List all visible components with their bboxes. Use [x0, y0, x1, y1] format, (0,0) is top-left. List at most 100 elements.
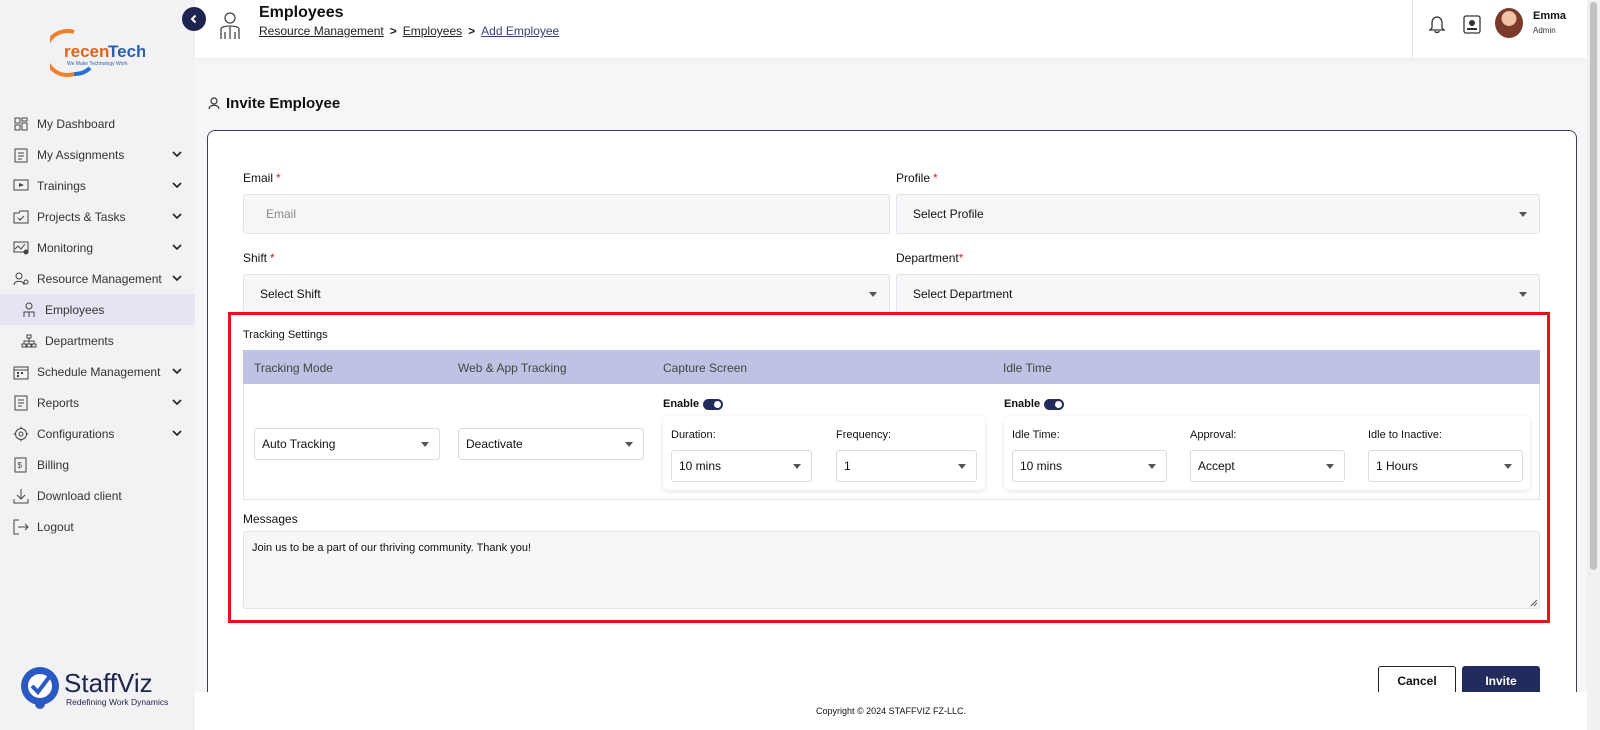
- sidebar-item-label: Monitoring: [37, 240, 94, 255]
- department-label: Department*: [896, 251, 963, 265]
- email-label: Email *: [243, 171, 281, 185]
- staffviz-brand-logo: StaffViz Redefining Work Dynamics: [18, 664, 188, 710]
- sidebar-item-configurations[interactable]: Configurations: [0, 418, 195, 449]
- logout-icon: [12, 518, 30, 536]
- sidebar-item-label: Departments: [45, 333, 114, 348]
- department-label-text: Department: [896, 251, 959, 265]
- required-mark: *: [276, 171, 281, 185]
- sidebar-item-label: My Dashboard: [37, 116, 116, 131]
- profile-label-text: Profile: [896, 171, 931, 185]
- breadcrumb-add-employee[interactable]: Add Employee: [481, 24, 559, 38]
- logo-text-tech: Tech: [108, 42, 145, 61]
- shift-label: Shift *: [243, 251, 275, 265]
- department-select-value: Select Department: [913, 287, 1013, 301]
- breadcrumb-separator: >: [389, 24, 397, 38]
- chevron-down-icon[interactable]: [171, 210, 183, 222]
- sidebar-item-label: Logout: [37, 519, 74, 534]
- employee-icon: [20, 301, 38, 319]
- sidebar-item-label: Trainings: [37, 178, 86, 193]
- schedule-icon: [12, 363, 30, 381]
- header-divider: [1412, 0, 1413, 58]
- sidebar-item-logout[interactable]: Logout: [0, 511, 195, 542]
- employee-page-icon: [220, 12, 240, 39]
- assignments-icon: [12, 146, 30, 164]
- sidebar: recen Tech We Make Technology Work My Da…: [0, 0, 195, 730]
- email-field[interactable]: [243, 194, 890, 234]
- caret-down-icon: [869, 292, 877, 297]
- user-name[interactable]: Emma: [1533, 10, 1566, 22]
- sidebar-item-label: Download client: [37, 488, 122, 503]
- section-title-text: Invite Employee: [226, 95, 341, 112]
- breadcrumb-employees[interactable]: Employees: [403, 24, 462, 38]
- sidebar-item-label: Employees: [45, 302, 105, 317]
- shift-label-text: Shift: [243, 251, 268, 265]
- footer: Copyright © 2024 STAFFVIZ FZ-LLC.: [195, 692, 1587, 730]
- logo-tagline: We Make Technology Work: [67, 61, 128, 67]
- sidebar-item-my-dashboard[interactable]: My Dashboard: [0, 108, 195, 139]
- projects-icon: [12, 208, 30, 226]
- logo-text-recen: recen: [64, 42, 109, 61]
- sidebar-item-download-client[interactable]: Download client: [0, 480, 195, 511]
- sidebar-item-schedule-management[interactable]: Schedule Management: [0, 356, 195, 387]
- shift-select[interactable]: Select Shift: [243, 274, 890, 314]
- required-mark: *: [270, 251, 275, 265]
- sidebar-item-departments[interactable]: Departments: [0, 325, 195, 356]
- department-select[interactable]: Select Department: [896, 274, 1540, 314]
- scrollbar-thumb[interactable]: [1590, 2, 1597, 570]
- sidebar-item-projects-tasks[interactable]: Projects & Tasks: [0, 201, 195, 232]
- email-label-text: Email: [243, 171, 274, 185]
- chevron-down-icon[interactable]: [171, 179, 183, 191]
- sidebar-item-label: Billing: [37, 457, 70, 472]
- resource-icon: [12, 270, 30, 288]
- profile-select[interactable]: Select Profile: [896, 194, 1540, 234]
- departments-icon: [20, 332, 38, 350]
- copyright-text: Copyright © 2024 STAFFVIZ FZ-LLC.: [815, 706, 966, 716]
- svg-text:$: $: [18, 461, 23, 470]
- sidebar-item-my-assignments[interactable]: My Assignments: [0, 139, 195, 170]
- download-icon: [12, 487, 30, 505]
- caret-down-icon: [1519, 212, 1527, 217]
- caret-down-icon: [1519, 292, 1527, 297]
- chevron-left-icon: [190, 14, 197, 24]
- user-role: Admin: [1533, 26, 1556, 35]
- sidebar-item-reports[interactable]: Reports: [0, 387, 195, 418]
- chevron-down-icon[interactable]: [171, 241, 183, 253]
- company-logo[interactable]: recen Tech We Make Technology Work: [43, 28, 146, 78]
- avatar[interactable]: [1495, 8, 1523, 38]
- bell-icon[interactable]: [1427, 14, 1447, 34]
- page-title: Employees: [259, 4, 344, 21]
- user-icon: [208, 97, 220, 110]
- profile-label: Profile *: [896, 171, 938, 185]
- sidebar-item-employees[interactable]: Employees: [0, 294, 195, 325]
- sidebar-item-trainings[interactable]: Trainings: [0, 170, 195, 201]
- sidebar-item-billing[interactable]: $ Billing: [0, 449, 195, 480]
- chevron-down-icon[interactable]: [171, 396, 183, 408]
- sidebar-item-label: Projects & Tasks: [37, 209, 126, 224]
- sidebar-item-label: Configurations: [37, 426, 115, 441]
- section-title: Invite Employee: [208, 95, 340, 112]
- billing-icon: $: [12, 456, 30, 474]
- sidebar-nav: My Dashboard My Assignments Trainings Pr…: [0, 108, 195, 542]
- breadcrumb: Resource Management > Employees > Add Em…: [259, 24, 559, 38]
- chevron-down-icon[interactable]: [171, 365, 183, 377]
- breadcrumb-separator: >: [468, 24, 476, 38]
- id-card-icon[interactable]: [1463, 14, 1481, 34]
- training-icon: [12, 177, 30, 195]
- sidebar-item-resource-management[interactable]: Resource Management: [0, 263, 195, 294]
- monitoring-icon: [12, 239, 30, 257]
- sidebar-item-label: Resource Management: [37, 271, 162, 286]
- collapse-sidebar-button[interactable]: [182, 7, 206, 31]
- brand-name: StaffViz: [64, 668, 153, 698]
- profile-select-value: Select Profile: [913, 207, 984, 221]
- required-mark: *: [958, 251, 964, 265]
- dashboard-icon: [12, 115, 30, 133]
- chevron-down-icon[interactable]: [171, 272, 183, 284]
- top-header: Employees Resource Management > Employee…: [195, 0, 1587, 58]
- highlight-box: [228, 312, 1550, 623]
- sidebar-item-monitoring[interactable]: Monitoring: [0, 232, 195, 263]
- chevron-down-icon[interactable]: [171, 148, 183, 160]
- shift-select-value: Select Shift: [260, 287, 321, 301]
- reports-icon: [12, 394, 30, 412]
- chevron-down-icon[interactable]: [171, 427, 183, 439]
- breadcrumb-resource-management[interactable]: Resource Management: [259, 24, 384, 38]
